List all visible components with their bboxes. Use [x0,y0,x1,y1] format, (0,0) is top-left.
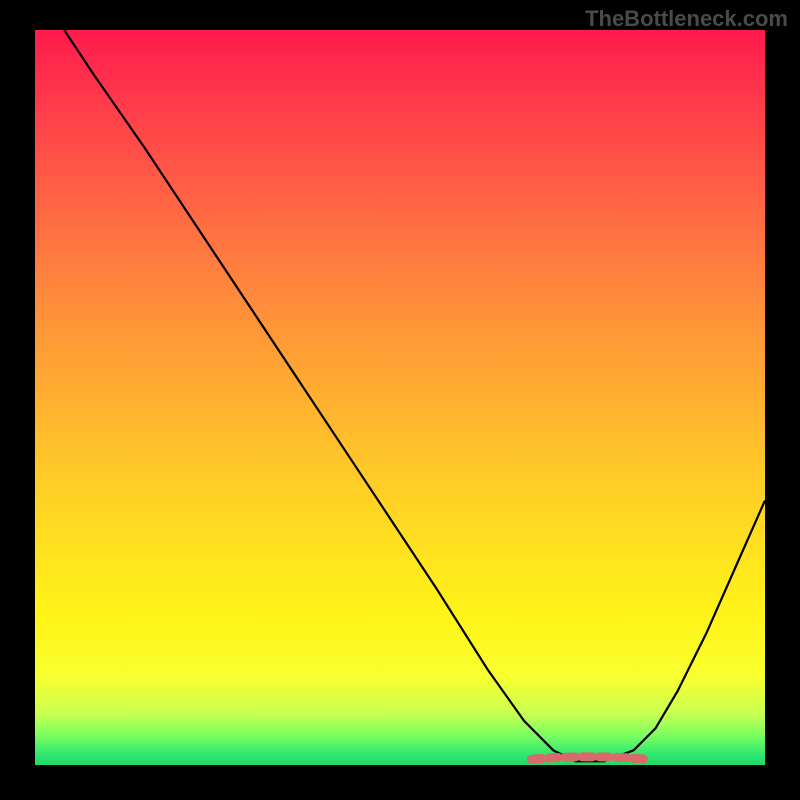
watermark-text: TheBottleneck.com [585,6,788,32]
bottleneck-curve-line [64,30,765,761]
optimal-zone-highlight [531,757,648,760]
chart-plot-area [35,30,765,765]
chart-svg [35,30,765,765]
